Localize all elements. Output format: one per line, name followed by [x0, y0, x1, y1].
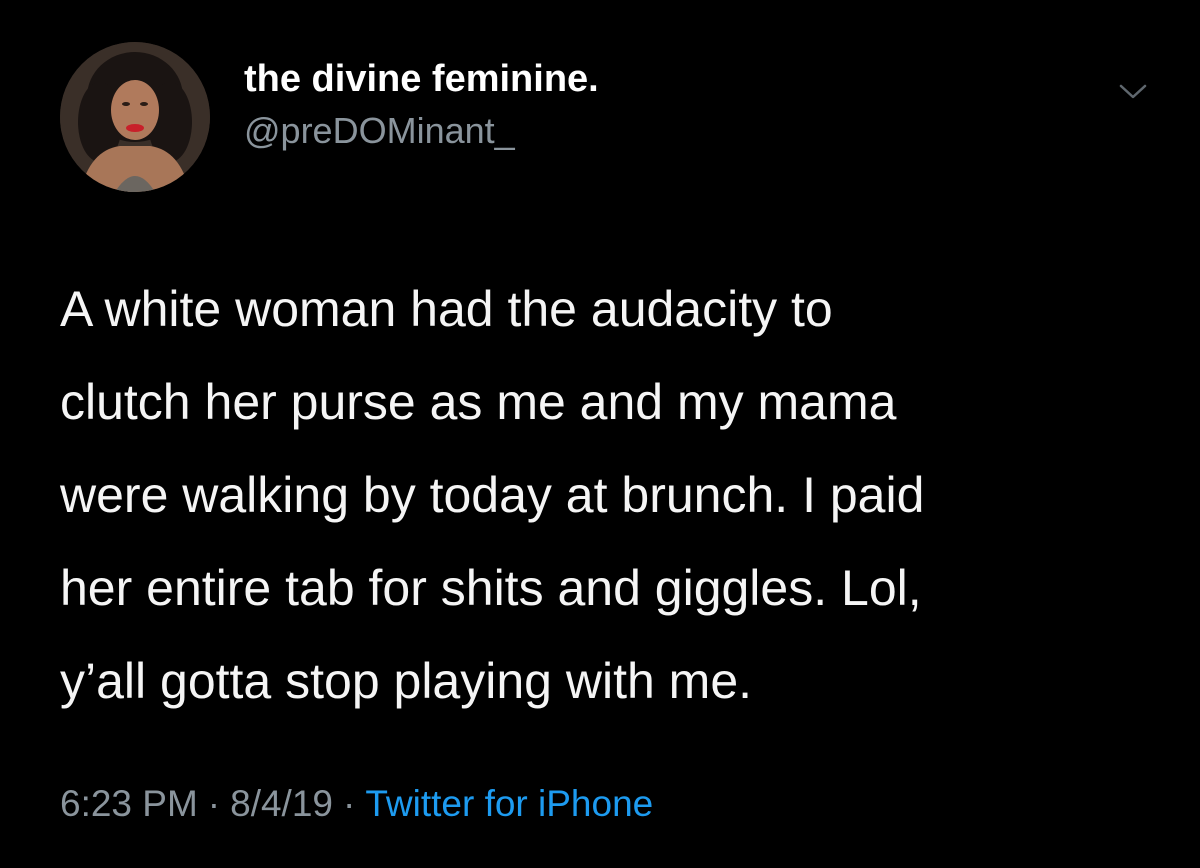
tweet-date[interactable]: 8/4/19	[230, 783, 333, 824]
tweet-text-line: clutch her purse as me and my mama	[60, 374, 897, 430]
tweet-card: the divine feminine. @preDOMinant_ A whi…	[0, 0, 1200, 868]
avatar-photo-icon	[60, 42, 210, 192]
user-handle[interactable]: @preDOMinant_	[244, 110, 515, 152]
chevron-down-icon[interactable]	[1115, 76, 1151, 106]
avatar[interactable]	[60, 42, 210, 192]
tweet-source-link[interactable]: Twitter for iPhone	[365, 783, 653, 824]
tweet-text-line: A white woman had the audacity to	[60, 281, 833, 337]
tweet-text-line: y’all gotta stop playing with me.	[60, 653, 753, 709]
tweet-metadata: 6:23 PM · 8/4/19 · Twitter for iPhone	[60, 783, 653, 825]
tweet-time[interactable]: 6:23 PM	[60, 783, 198, 824]
tweet-text: A white woman had the audacity to clutch…	[60, 263, 1160, 728]
separator: ·	[207, 783, 221, 824]
tweet-text-line: her entire tab for shits and giggles. Lo…	[60, 560, 922, 616]
tweet-text-line: were walking by today at brunch. I paid	[60, 467, 925, 523]
separator: ·	[343, 783, 356, 824]
display-name[interactable]: the divine feminine.	[244, 58, 599, 101]
